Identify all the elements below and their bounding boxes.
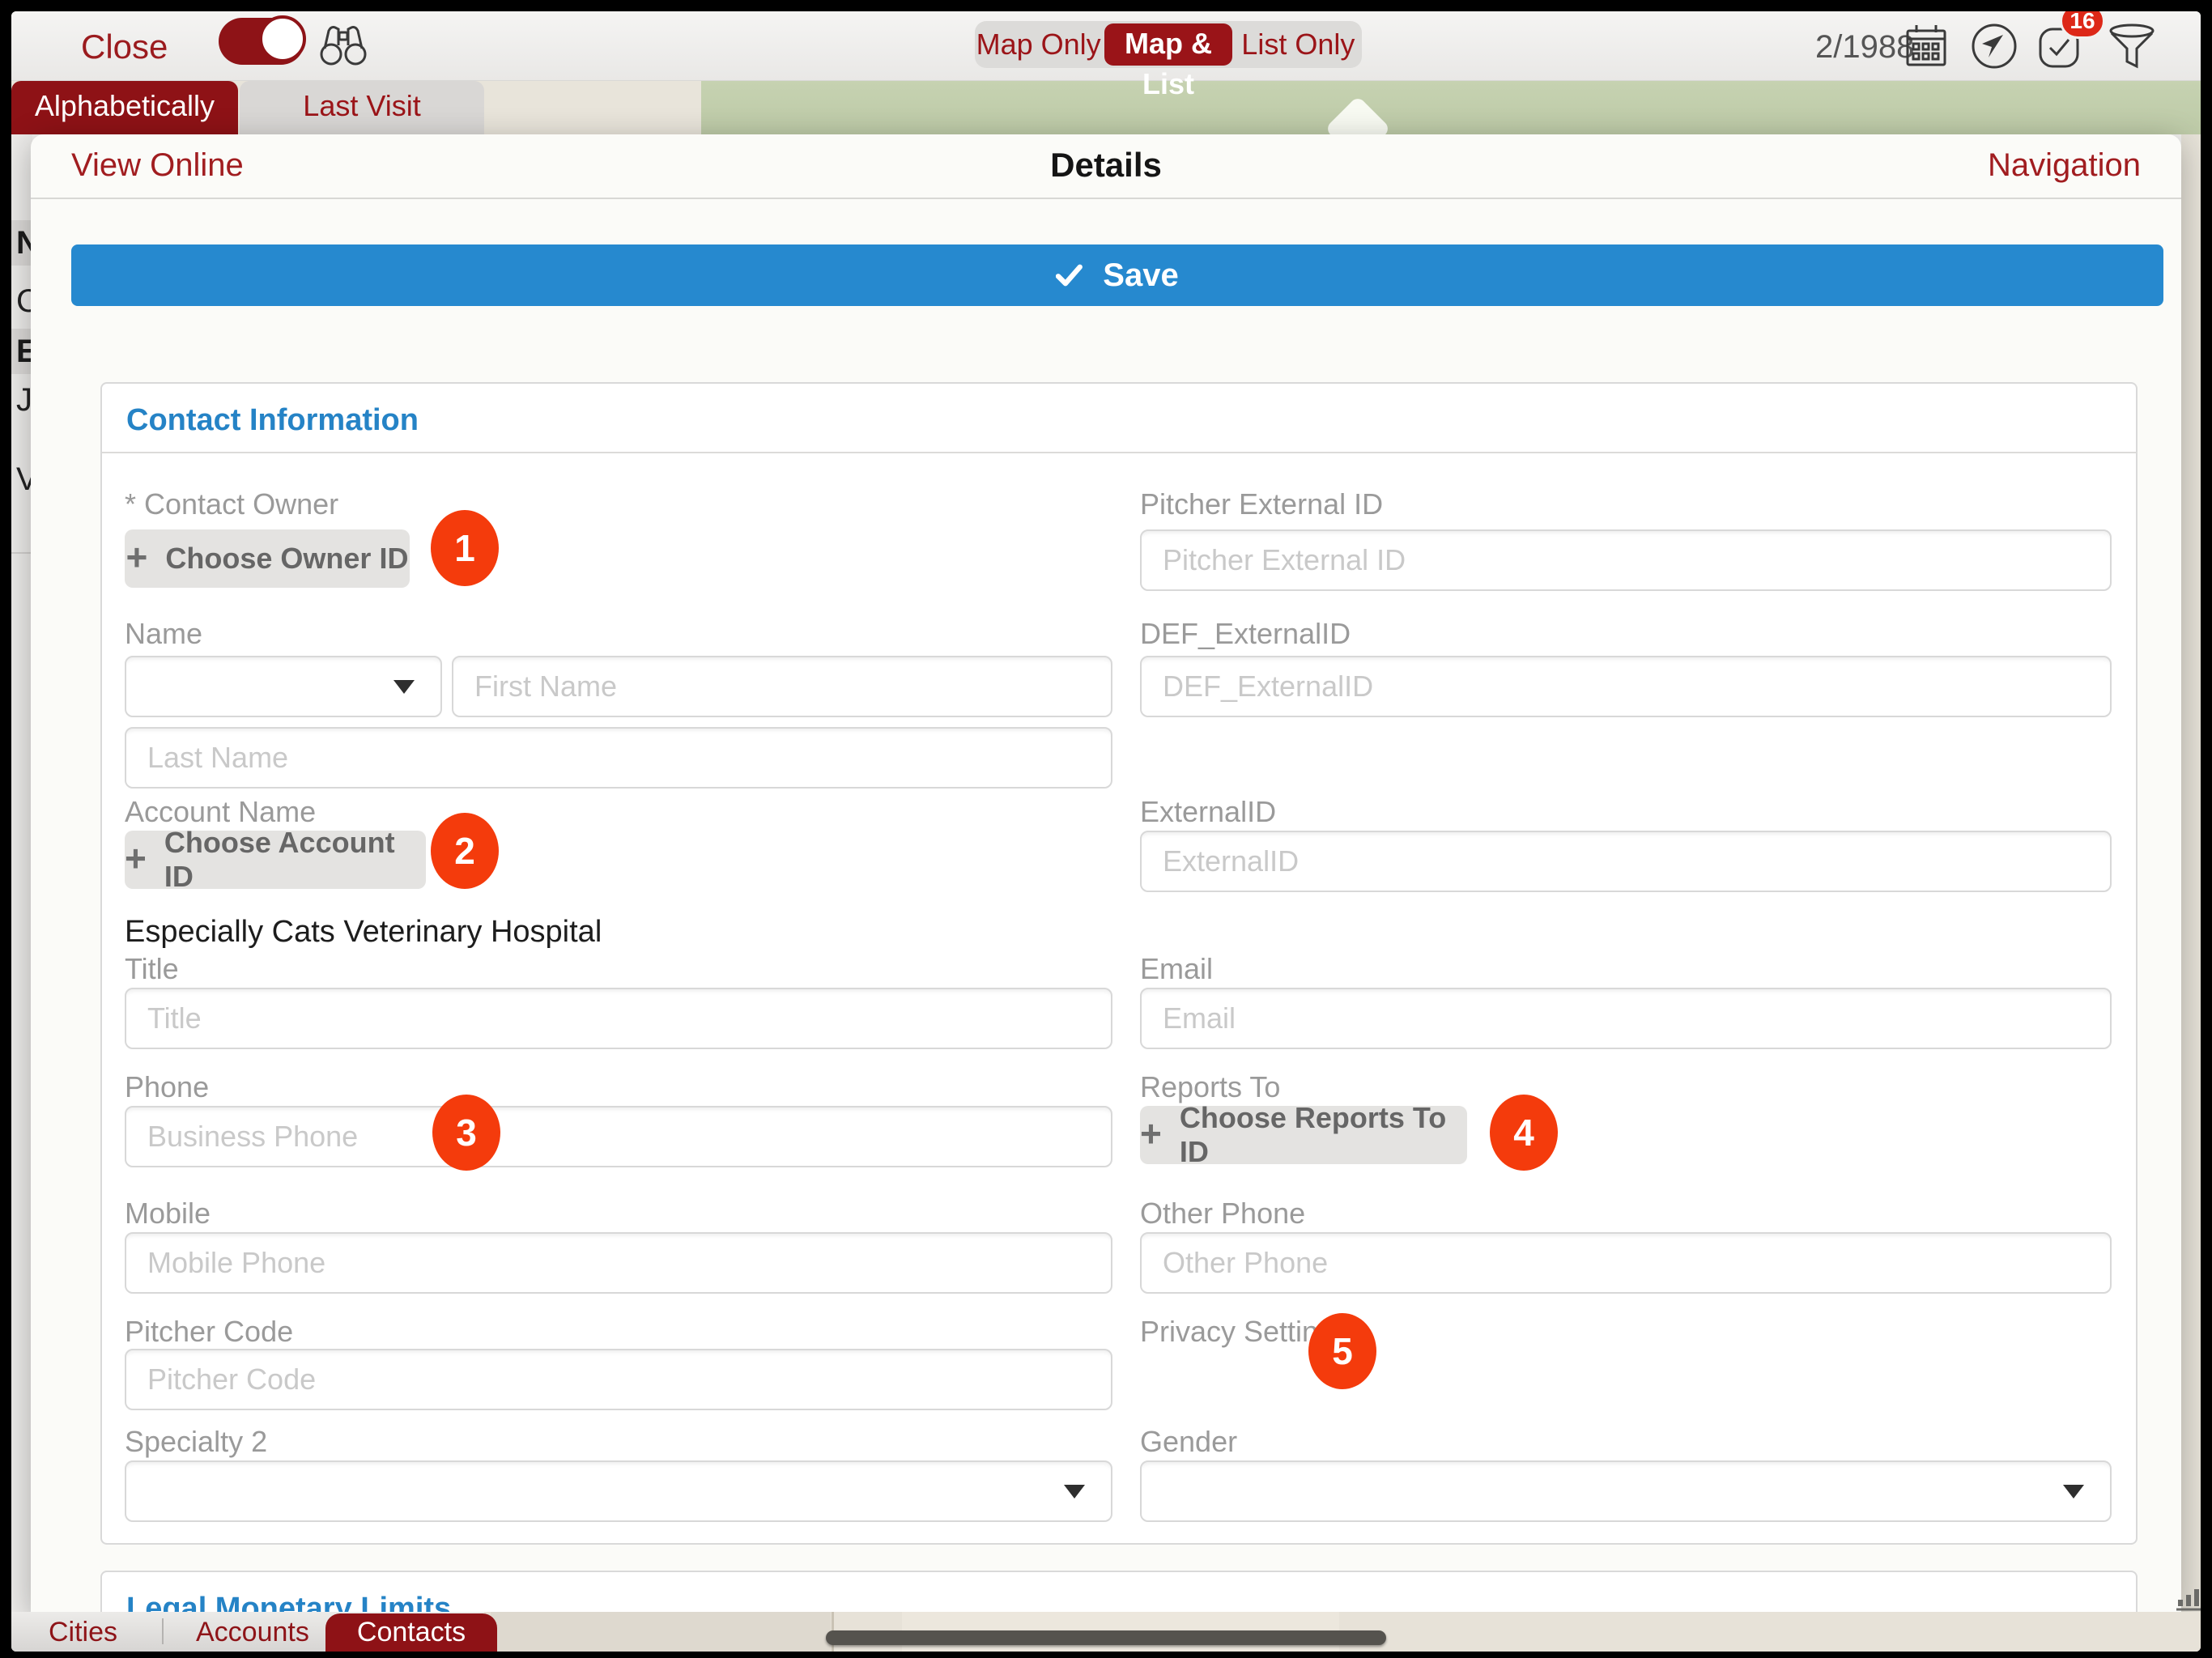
horizontal-scrollbar[interactable] [826, 1630, 1386, 1645]
save-button[interactable]: Save [71, 244, 2163, 306]
modal-header: View Online Details Navigation [31, 134, 2181, 199]
tab-divider [162, 1618, 164, 1644]
segment-list-only[interactable]: List Only [1235, 24, 1362, 65]
binoculars-icon[interactable] [317, 21, 369, 72]
title-input[interactable] [125, 988, 1112, 1049]
business-phone-input[interactable] [125, 1106, 1112, 1167]
salutation-select[interactable] [125, 656, 442, 717]
list-letter-fragment: C [16, 283, 32, 320]
check-icon [1056, 264, 1083, 287]
locate-me-icon[interactable] [1969, 21, 2019, 75]
reports-to-label: Reports To [1140, 1070, 1280, 1104]
navigation-button[interactable]: Navigation [1988, 147, 2141, 184]
chevron-down-icon [393, 680, 415, 694]
segment-map-only[interactable]: Map Only [975, 24, 1102, 65]
externalid-label: ExternalID [1140, 795, 1276, 829]
record-counter: 2/1988 [1815, 29, 1914, 66]
def-externalid-input[interactable] [1140, 656, 2112, 717]
title-label: Title [125, 952, 179, 986]
step-badge-4: 4 [1490, 1095, 1558, 1171]
choose-account-id-button[interactable]: + Choose Account ID [125, 831, 426, 889]
choose-account-id-label: Choose Account ID [164, 826, 426, 894]
pitcher-external-id-input[interactable] [1140, 529, 2112, 591]
bottom-bar: Cities Accounts Contacts [11, 1612, 2201, 1652]
section-divider [102, 452, 2136, 453]
calendar-icon[interactable] [1901, 21, 1951, 75]
contacts-list-sliver: N C E J V [11, 134, 32, 1612]
email-input[interactable] [1140, 988, 2112, 1049]
gender-select[interactable] [1140, 1460, 2112, 1522]
first-name-input[interactable] [452, 656, 1112, 717]
map-right-sliver [2181, 134, 2201, 1652]
map-background [701, 81, 2201, 134]
plus-icon: + [125, 840, 147, 877]
specialty2-label: Specialty 2 [125, 1425, 267, 1459]
save-label: Save [1103, 257, 1178, 294]
screen: Close Map Only Map & List List Only 2/19… [0, 0, 2212, 1658]
step-badge-5: 5 [1308, 1313, 1376, 1389]
chevron-down-icon [1064, 1485, 1085, 1499]
externalid-input[interactable] [1140, 831, 2112, 892]
tab-contacts[interactable]: Contacts [325, 1613, 497, 1652]
pitcher-code-input[interactable] [125, 1349, 1112, 1410]
notification-badge: 16 [2060, 11, 2105, 39]
list-divider [11, 552, 32, 554]
other-phone-label: Other Phone [1140, 1197, 1305, 1231]
list-letter-fragment: N [16, 225, 32, 261]
section-title-contact-information: Contact Information [126, 403, 419, 438]
step-badge-2: 2 [431, 813, 499, 889]
filter-funnel-icon[interactable] [2105, 21, 2159, 75]
list-letter-fragment: V [16, 461, 32, 498]
email-label: Email [1140, 952, 1213, 986]
pitcher-external-id-label: Pitcher External ID [1140, 487, 1383, 521]
tab-alphabetically[interactable]: Alphabetically [11, 81, 238, 134]
last-name-input[interactable] [125, 727, 1112, 789]
choose-reports-to-id-button[interactable]: + Choose Reports To ID [1140, 1106, 1467, 1164]
tab-accounts[interactable]: Accounts [196, 1613, 309, 1651]
name-label: Name [125, 617, 202, 651]
choose-reports-to-id-label: Choose Reports To ID [1180, 1101, 1467, 1169]
plus-icon: + [126, 538, 148, 576]
close-button[interactable]: Close [81, 28, 168, 66]
pitcher-code-label: Pitcher Code [125, 1315, 293, 1349]
segment-map-and-list[interactable]: Map & List [1104, 23, 1231, 66]
gender-label: Gender [1140, 1425, 1237, 1459]
chevron-down-icon [2063, 1485, 2084, 1499]
privacy-setting-label: Privacy Setting [1140, 1315, 1334, 1349]
choose-owner-id-label: Choose Owner ID [165, 542, 408, 576]
plus-icon: + [1140, 1115, 1162, 1152]
view-mode-segmented-control: Map Only Map & List List Only [975, 21, 1362, 68]
account-name-value: Especially Cats Veterinary Hospital [125, 915, 602, 950]
def-externalid-label: DEF_ExternalID [1140, 617, 1351, 651]
top-toolbar: Close Map Only Map & List List Only 2/19… [11, 11, 2201, 81]
toggle-knob [259, 15, 306, 62]
list-letter-fragment: E [16, 334, 32, 370]
step-badge-3: 3 [432, 1095, 500, 1171]
modal-title: Details [31, 146, 2181, 185]
list-sort-tabrow: Alphabetically Last Visit [11, 81, 2201, 134]
phone-label: Phone [125, 1070, 209, 1104]
mobile-label: Mobile [125, 1197, 211, 1231]
app-window: Close Map Only Map & List List Only 2/19… [11, 11, 2201, 1652]
tab-last-visit[interactable]: Last Visit [240, 81, 484, 134]
step-badge-1: 1 [431, 510, 499, 586]
tab-cities[interactable]: Cities [49, 1613, 117, 1651]
choose-owner-id-button[interactable]: + Choose Owner ID [125, 529, 410, 588]
other-phone-input[interactable] [1140, 1232, 2112, 1294]
mobile-phone-input[interactable] [125, 1232, 1112, 1294]
contact-owner-label: * Contact Owner [125, 487, 338, 521]
list-letter-fragment: J [16, 382, 32, 419]
map-toggle-switch[interactable] [219, 18, 304, 65]
details-modal: View Online Details Navigation Save Cont… [31, 134, 2181, 1612]
account-name-label: Account Name [125, 795, 316, 829]
signal-bars-icon [2175, 1585, 2201, 1617]
specialty2-select[interactable] [125, 1460, 1112, 1522]
map-patch [491, 1612, 831, 1652]
